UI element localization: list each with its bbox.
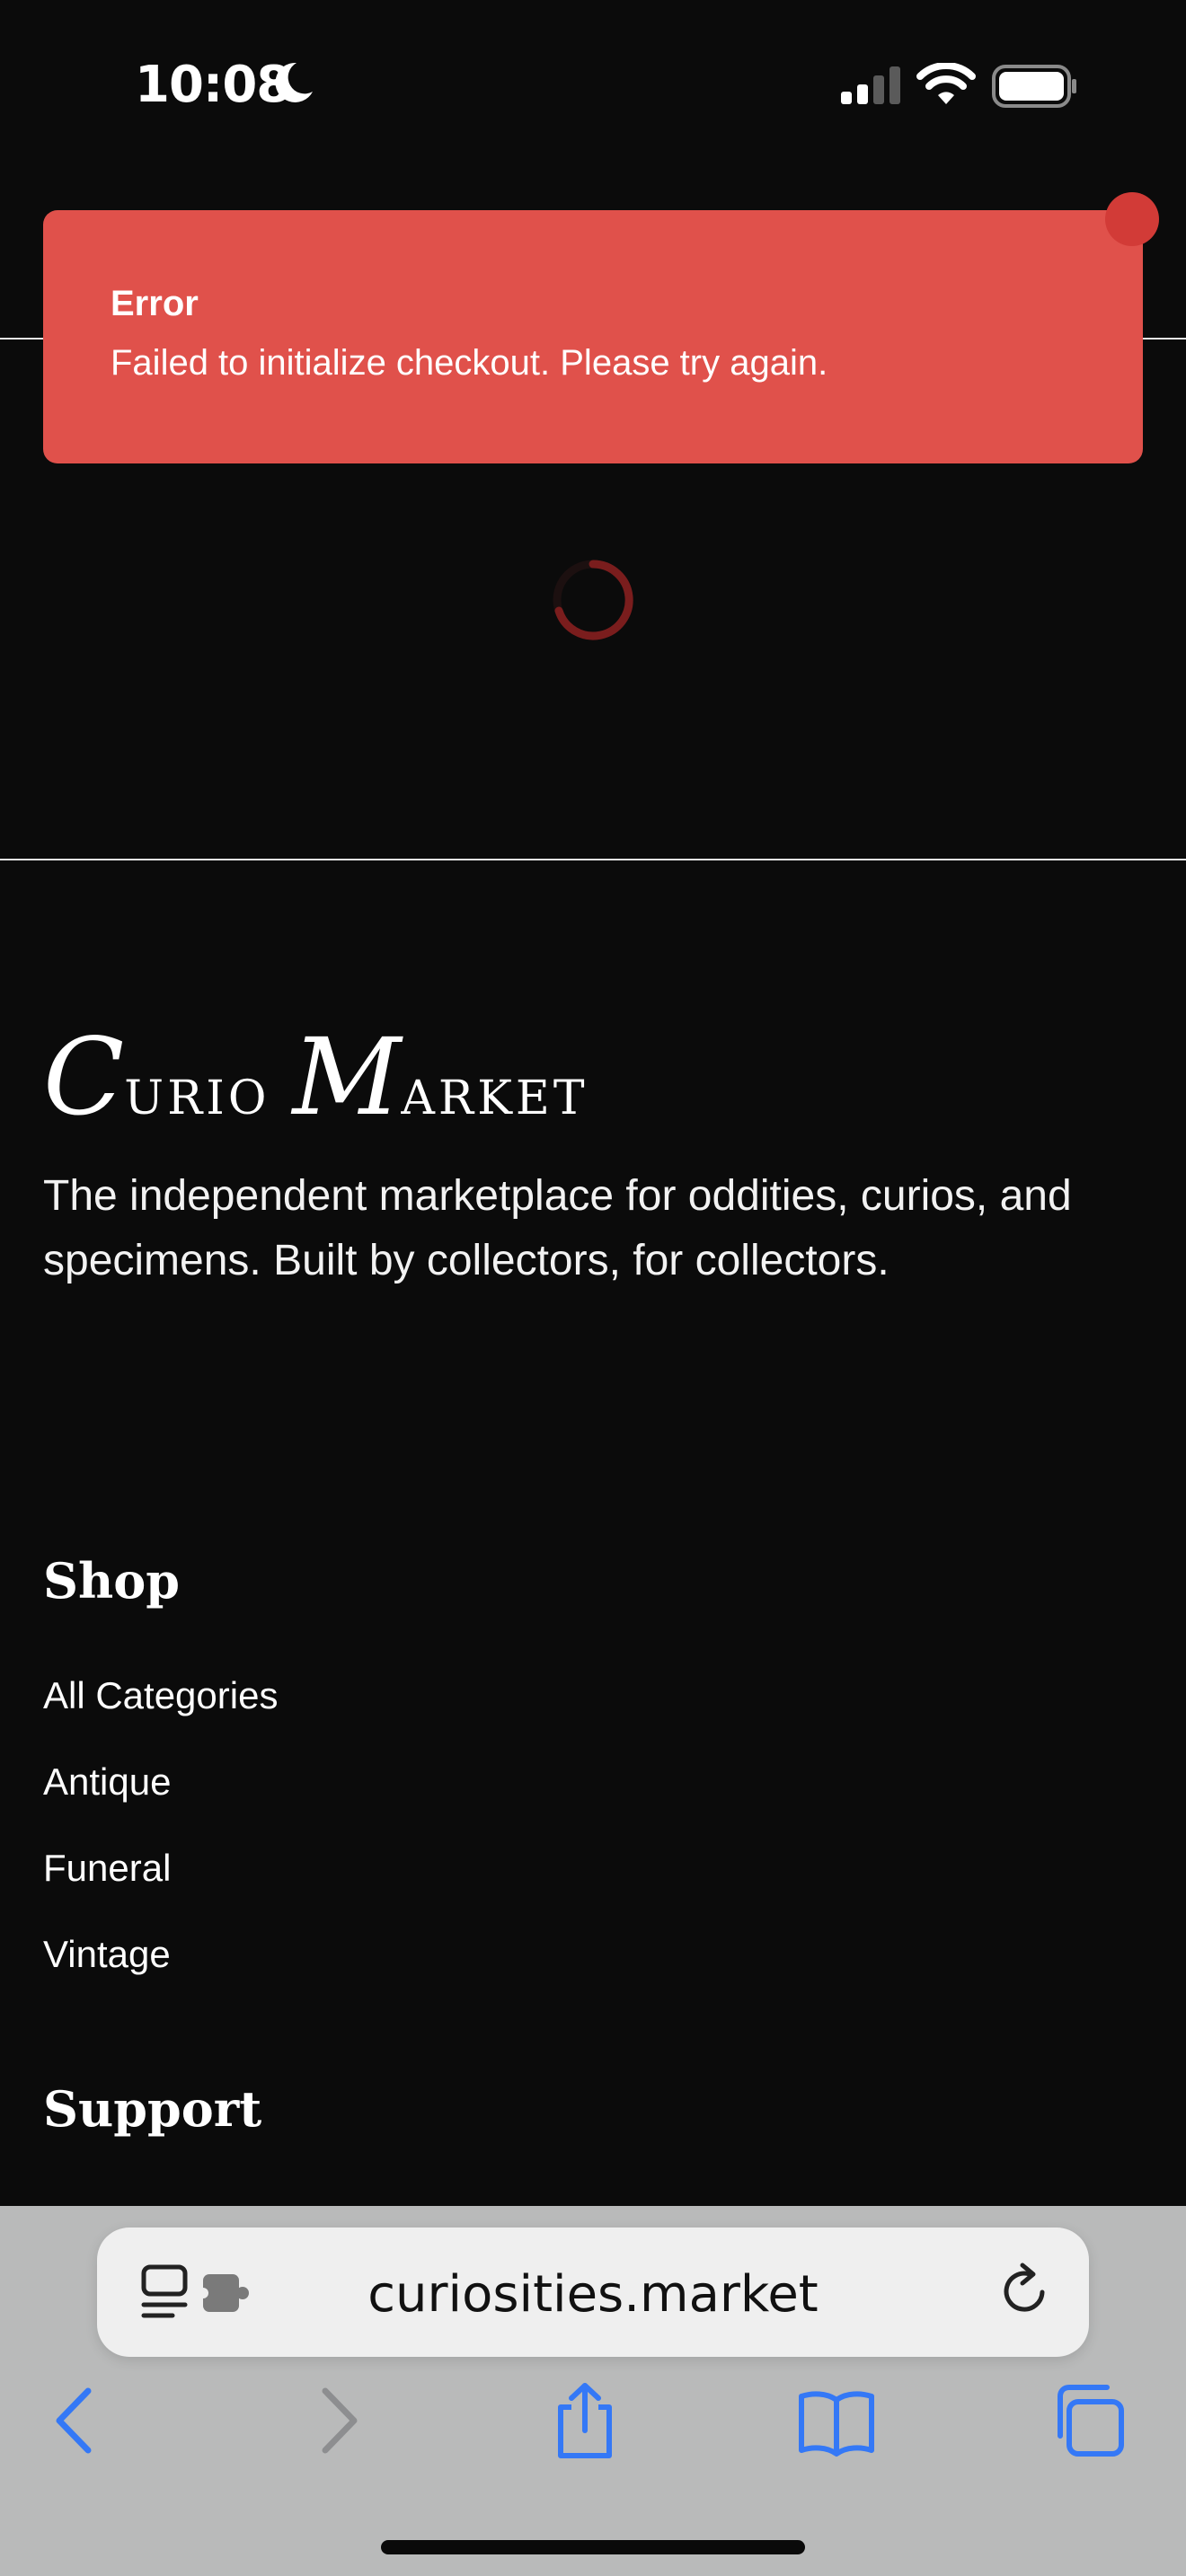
footer-link-all-categories[interactable]: All Categories [43,1674,278,1717]
forward-icon[interactable] [296,2380,377,2461]
footer-divider [0,859,1186,860]
brand-initial-c: C [43,1015,125,1139]
support-heading: Support [43,2080,262,2138]
reload-icon[interactable] [996,2262,1055,2321]
brand-initial-m: M [292,1015,402,1139]
address-bar[interactable]: curiosities.market [97,2228,1089,2357]
toast-title: Error [111,284,199,323]
cellular-signal-icon [841,66,900,104]
home-indicator [381,2540,805,2554]
wifi-icon [916,63,976,104]
brand-word-1-rest: URIO [124,1072,270,1125]
toast-message: Failed to initialize checkout. Please tr… [111,343,828,383]
brand-word-2-rest: ARKET [401,1072,589,1125]
moon-icon [275,62,313,102]
battery-icon [992,65,1076,108]
footer-link-antique[interactable]: Antique [43,1760,171,1804]
url-text[interactable]: curiosities.market [97,2265,1089,2324]
loading-spinner-icon [553,560,633,640]
footer-link-funeral[interactable]: Funeral [43,1847,171,1890]
bookmarks-icon[interactable] [796,2380,877,2461]
tabs-icon[interactable] [1048,2380,1128,2461]
error-toast[interactable]: Error Failed to initialize checkout. Ple… [43,210,1143,463]
notification-badge [1105,192,1159,246]
brand-description: The independent marketplace for oddities… [43,1172,1072,1284]
back-icon[interactable] [36,2380,117,2461]
brand-logo[interactable]: CURIO MARKET [43,1015,589,1139]
shop-heading: Shop [43,1552,181,1610]
footer-link-vintage[interactable]: Vintage [43,1933,171,1976]
status-bar-time: 10:08 [135,56,291,114]
share-icon[interactable] [544,2380,625,2461]
